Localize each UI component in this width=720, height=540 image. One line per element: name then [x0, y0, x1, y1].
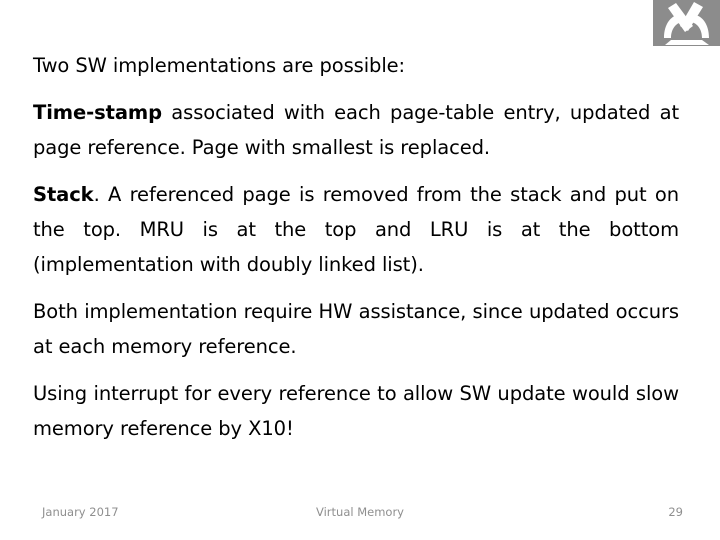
- microscope-logo: [653, 0, 720, 46]
- slide: Two SW implementations are possible: Tim…: [0, 0, 720, 540]
- footer-title: Virtual Memory: [315, 505, 404, 519]
- paragraph-timestamp: Time-stamp associated with each page-tab…: [33, 95, 679, 165]
- paragraph-intro: Two SW implementations are possible:: [33, 54, 406, 77]
- paragraph-stack: Stack. A referenced page is removed from…: [33, 177, 679, 282]
- timestamp-label: Time-stamp: [33, 101, 162, 124]
- paragraph-hw-assistance: Both implementation require HW assistanc…: [33, 300, 679, 358]
- paragraph-interrupt-cost: Using interrupt for every reference to a…: [33, 382, 679, 440]
- stack-text: . A referenced page is removed from the …: [33, 183, 679, 276]
- slide-body: Two SW implementations are possible: Tim…: [33, 48, 679, 446]
- slide-footer: January 2017 Virtual Memory 29: [0, 505, 720, 531]
- stack-label: Stack: [33, 183, 94, 206]
- footer-page-number: 29: [668, 505, 683, 519]
